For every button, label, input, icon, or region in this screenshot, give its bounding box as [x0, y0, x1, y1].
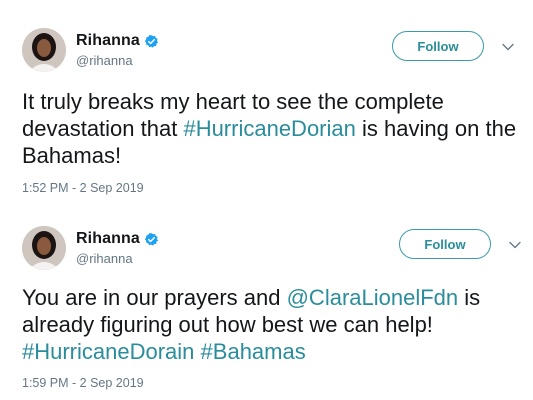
author-row: Rihanna — [76, 31, 159, 51]
hashtag-link[interactable]: #Bahamas — [201, 339, 306, 364]
tweet-text: It truly breaks my heart to see the comp… — [22, 88, 522, 169]
tweet-timestamp[interactable]: 1:52 PM - 2 Sep 2019 — [22, 181, 144, 195]
author-name[interactable]: Rihanna — [76, 32, 140, 50]
chevron-down-icon[interactable] — [508, 238, 522, 252]
follow-button[interactable]: Follow — [399, 229, 491, 259]
tweet-text: You are in our prayers and @ClaraLionelF… — [22, 284, 522, 365]
verified-badge-icon — [144, 232, 159, 247]
avatar[interactable] — [22, 226, 66, 270]
author-handle[interactable]: @rihanna — [76, 53, 133, 68]
hashtag-link[interactable]: #HurricaneDorian — [183, 116, 355, 141]
tweet-card: Rihanna @rihanna Follow You are in our p… — [0, 198, 533, 398]
chevron-down-icon[interactable] — [501, 40, 515, 54]
follow-button[interactable]: Follow — [392, 31, 484, 61]
tweet-timestamp[interactable]: 1:59 PM - 2 Sep 2019 — [22, 376, 144, 390]
tweet-text-segment: You are in our prayers and — [22, 285, 287, 310]
mention-link[interactable]: @ClaraLionelFdn — [287, 285, 459, 310]
hashtag-link[interactable]: #HurricaneDorain — [22, 339, 194, 364]
author-row: Rihanna — [76, 229, 159, 249]
verified-badge-icon — [144, 34, 159, 49]
avatar[interactable] — [22, 28, 66, 72]
tweet-card: Rihanna @rihanna Follow It truly breaks … — [0, 0, 533, 200]
author-name[interactable]: Rihanna — [76, 230, 140, 248]
author-handle[interactable]: @rihanna — [76, 251, 133, 266]
